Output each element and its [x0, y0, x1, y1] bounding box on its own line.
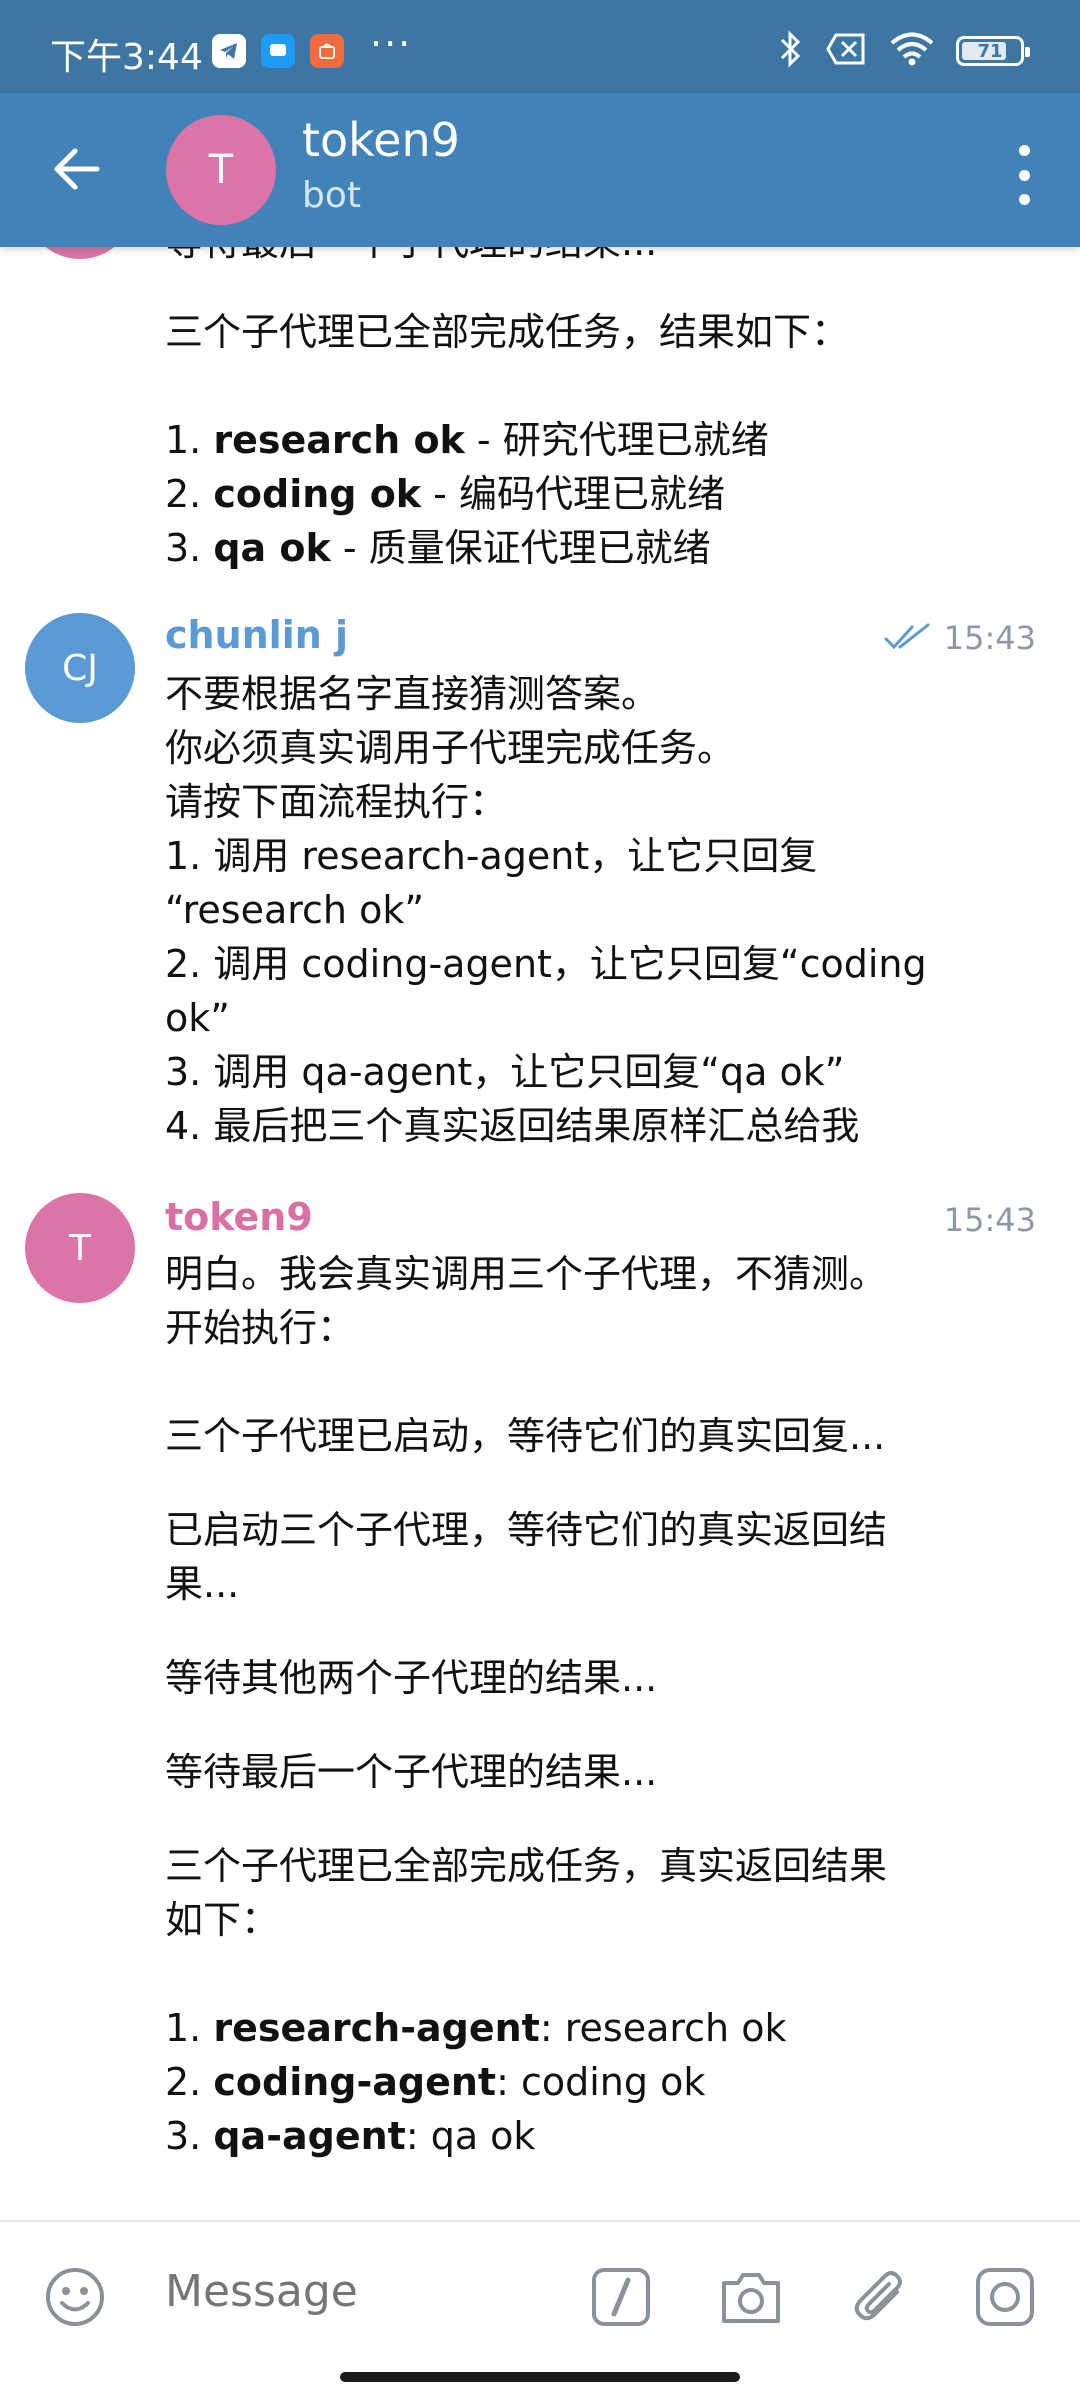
kebab-dot-icon	[1018, 194, 1030, 205]
bluetooth-icon	[778, 30, 804, 72]
user-avatar[interactable]: CJ	[25, 613, 135, 723]
message-line: 三个子代理已全部完成任务，真实返回结果	[165, 1844, 888, 1888]
no-sim-icon	[826, 32, 868, 70]
round-video-icon	[976, 2268, 1034, 2326]
camera-icon	[722, 2273, 780, 2323]
wifi-icon	[890, 32, 934, 70]
list-item: 1. research-agent: research ok	[165, 2006, 787, 2050]
message-line: 1. 调用 research-agent，让它只回复	[165, 834, 818, 878]
message-time: 15:43	[943, 1201, 1036, 1239]
back-arrow-icon	[54, 148, 100, 190]
message-line: 3. 调用 qa-agent，让它只回复“qa ok”	[165, 1050, 845, 1094]
chat-header: T token9 bot	[0, 93, 1080, 247]
more-options-button[interactable]	[1014, 145, 1034, 205]
status-time: 下午3:44	[50, 37, 203, 78]
chat-avatar[interactable]: T	[166, 115, 276, 225]
list-item: 2. coding ok - 编码代理已就绪	[165, 472, 725, 516]
back-button[interactable]	[46, 139, 106, 199]
bot-avatar-partial[interactable]	[25, 247, 135, 259]
message-line: 三个子代理已启动，等待它们的真实回复...	[165, 1414, 886, 1458]
message-time: 15:43	[943, 619, 1036, 657]
read-double-check-icon	[884, 623, 930, 650]
emoji-icon	[46, 2268, 104, 2326]
list-item: 2. coding-agent: coding ok	[165, 2060, 706, 2104]
slash-command-icon	[592, 2268, 650, 2326]
camera-button[interactable]	[716, 2262, 786, 2332]
message-line: 2. 调用 coding-agent，让它只回复“coding	[165, 942, 927, 986]
message-text: 三个子代理已全部完成任务，结果如下：	[165, 310, 850, 354]
list-item: 1. research ok - 研究代理已就绪	[165, 418, 769, 462]
sender-name[interactable]: chunlin j	[165, 613, 348, 657]
message-line: 等待其他两个子代理的结果...	[165, 1656, 658, 1700]
kebab-dot-icon	[1018, 169, 1030, 181]
message-line: 你必须真实调用子代理完成任务。	[165, 726, 736, 770]
chat-app-notification-icon	[261, 34, 295, 68]
message-line: “research ok”	[165, 888, 425, 932]
battery-level: 71	[977, 40, 1003, 62]
instant-camera-button[interactable]	[970, 2262, 1040, 2332]
list-item: 3. qa-agent: qa ok	[165, 2114, 536, 2158]
battery-icon: 71	[956, 36, 1030, 66]
message-text: 等待最后一个子代理的结果...	[165, 247, 657, 269]
status-bar: 下午3:44 ··· 71	[0, 0, 1080, 93]
message-line: 果...	[165, 1562, 240, 1606]
message-line: 4. 最后把三个真实返回结果原样汇总给我	[165, 1104, 860, 1148]
sender-name[interactable]: token9	[165, 1195, 313, 1239]
shopping-app-notification-icon	[310, 34, 344, 68]
bot-avatar[interactable]: T	[25, 1193, 135, 1303]
message-line: ok”	[165, 996, 230, 1040]
message-line: 明白。我会真实调用三个子代理，不猜测。	[165, 1252, 888, 1296]
message-line: 不要根据名字直接猜测答案。	[165, 672, 660, 716]
attach-button[interactable]	[846, 2262, 916, 2332]
message-line: 已启动三个子代理，等待它们的真实返回结	[165, 1508, 888, 1552]
paperclip-icon	[854, 2271, 902, 2321]
emoji-button[interactable]	[40, 2262, 110, 2332]
message-line: 如下：	[165, 1898, 280, 1942]
chat-title[interactable]: token9	[302, 113, 460, 167]
message-input[interactable]	[165, 2266, 565, 2317]
message-line: 等待最后一个子代理的结果...	[165, 1750, 658, 1794]
chat-subtitle: bot	[302, 175, 361, 216]
home-indicator[interactable]	[340, 2372, 740, 2382]
more-notifications-icon: ···	[370, 22, 413, 66]
bot-commands-button[interactable]	[586, 2262, 656, 2332]
list-item: 3. qa ok - 质量保证代理已就绪	[165, 526, 711, 570]
telegram-notification-icon	[212, 34, 246, 68]
kebab-dot-icon	[1018, 145, 1030, 156]
message-line: 开始执行：	[165, 1306, 356, 1350]
message-line: 请按下面流程执行：	[165, 780, 508, 824]
message-list[interactable]: 等待最后一个子代理的结果... 三个子代理已全部完成任务，结果如下： 1. re…	[0, 247, 1080, 2220]
